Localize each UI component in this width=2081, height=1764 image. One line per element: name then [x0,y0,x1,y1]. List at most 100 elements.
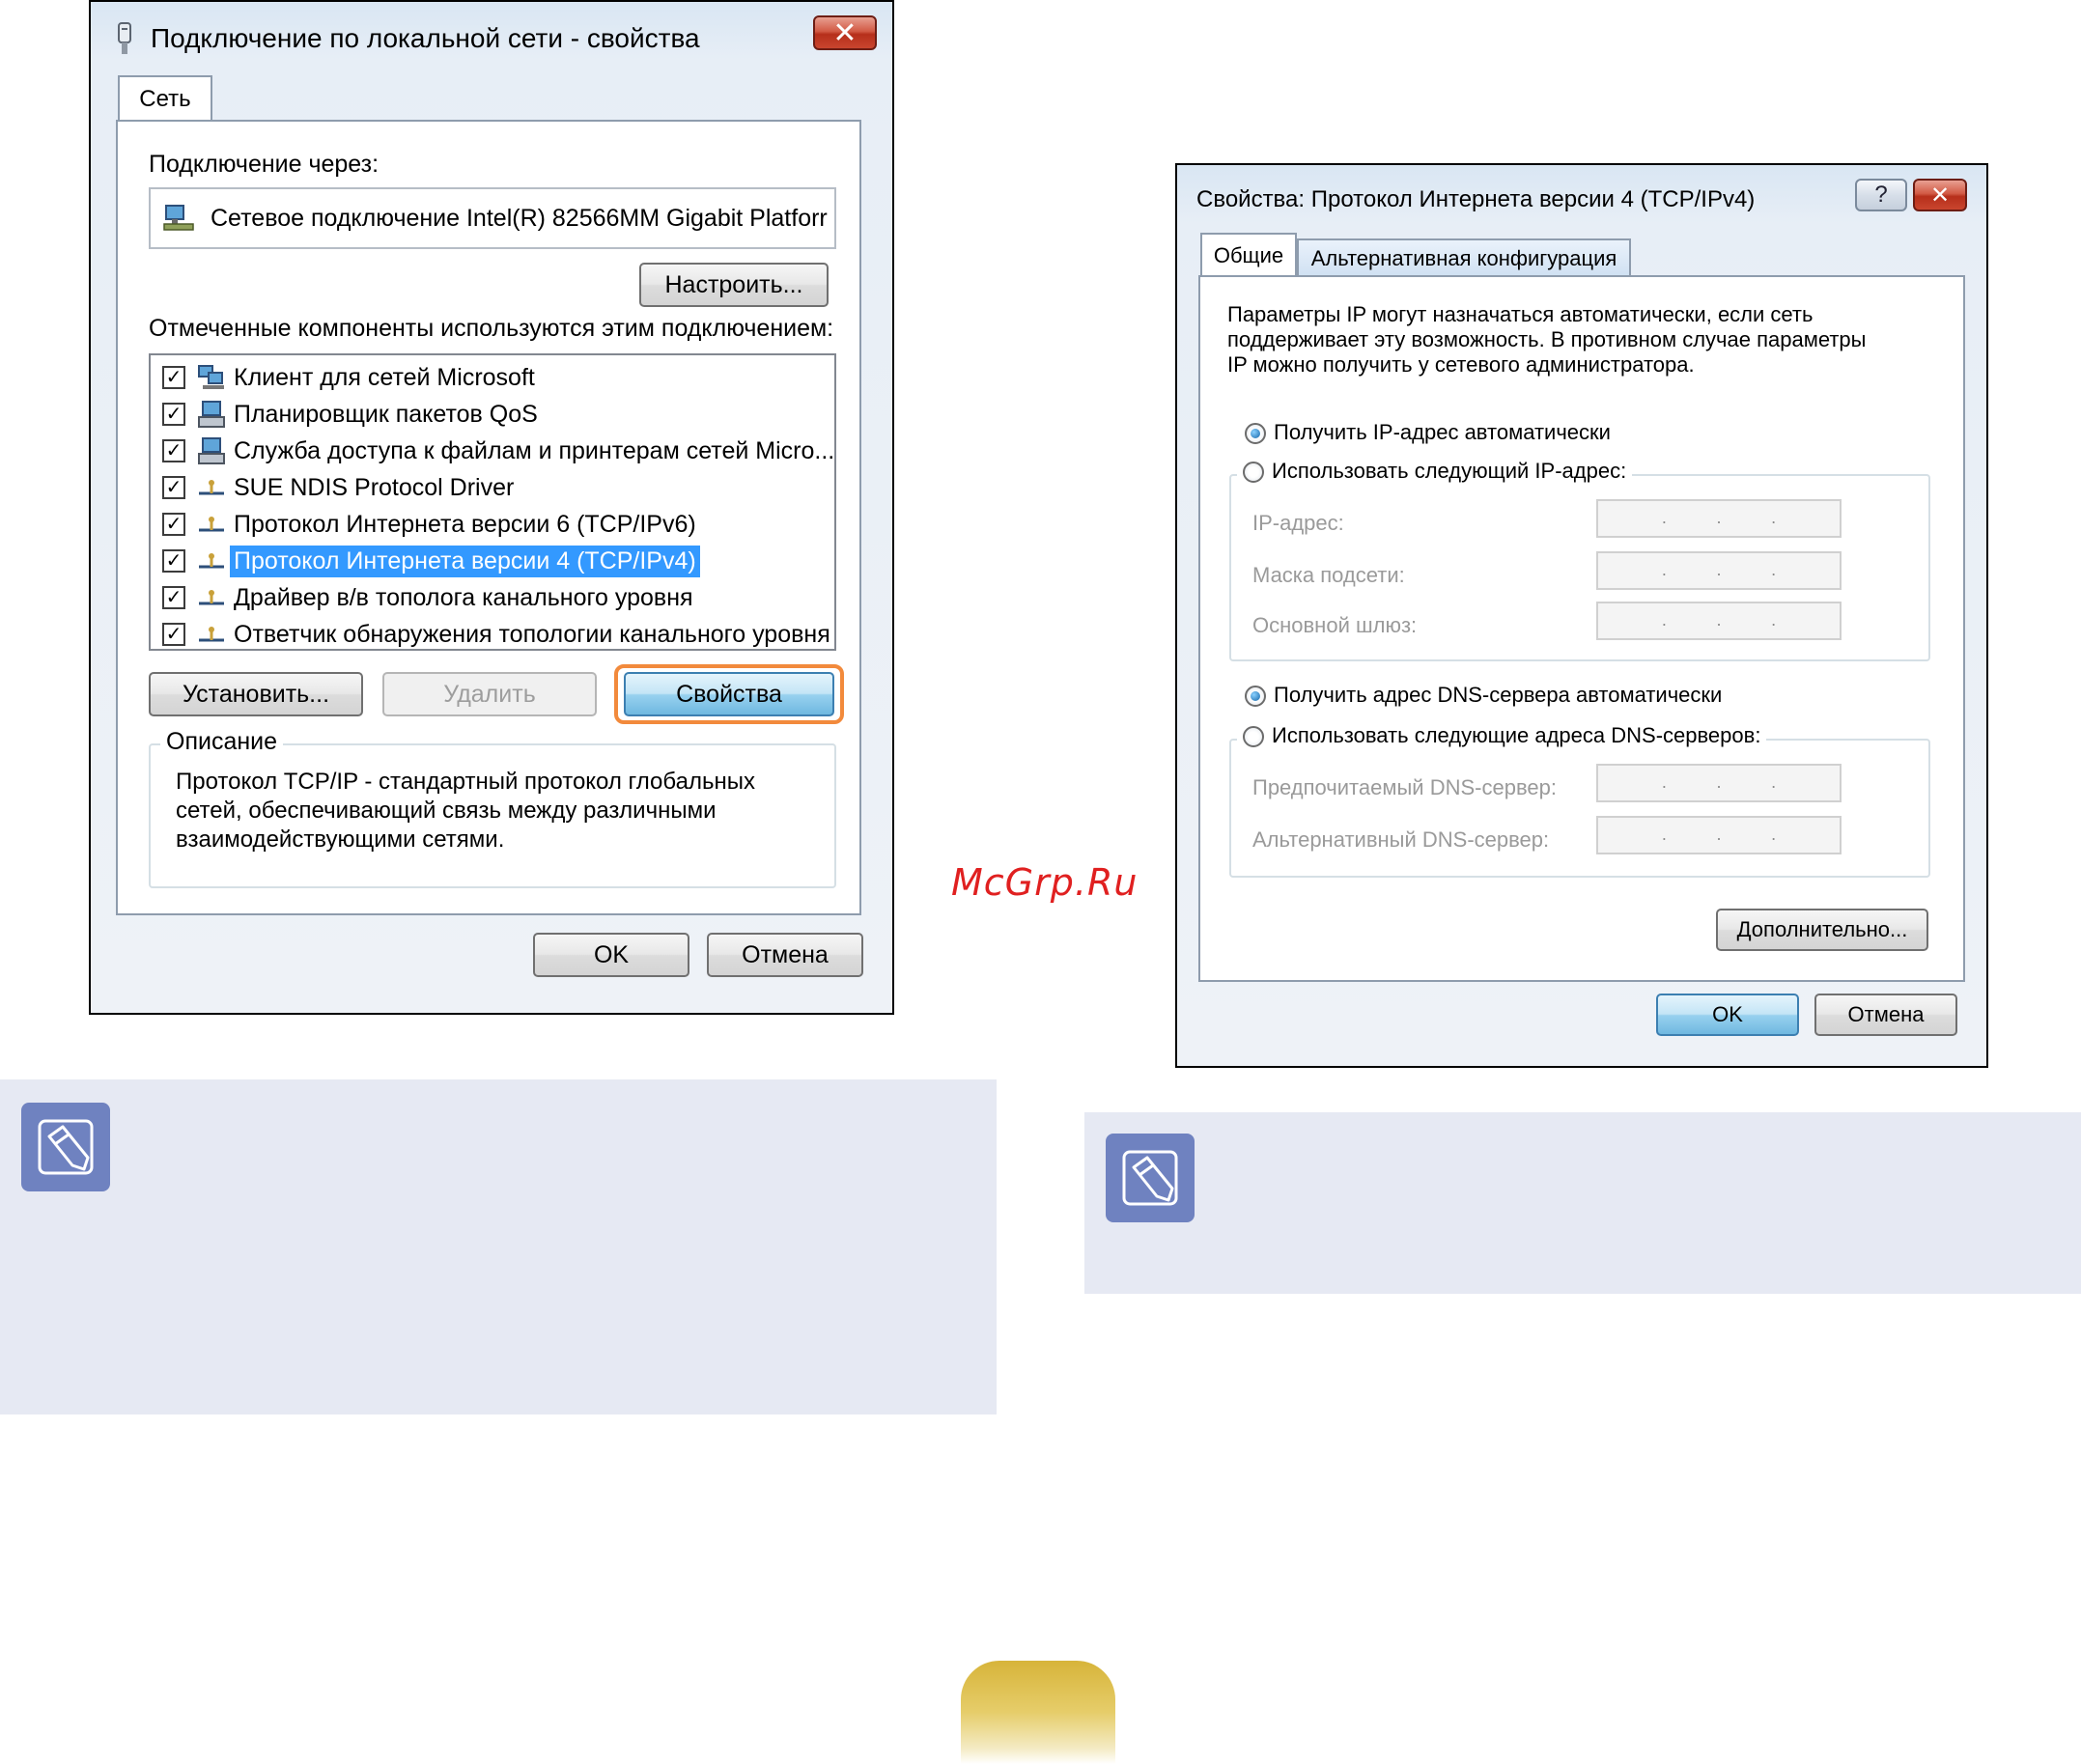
item-label: Протокол Интернета версии 6 (TCP/IPv6) [234,510,696,538]
octet-dot: . [1771,772,1777,792]
octet-dot: . [1771,825,1777,844]
pencil-note-icon [1106,1134,1195,1222]
cancel-button[interactable]: Отмена [1814,994,1957,1036]
item-label: Ответчик обнаружения топологии канальног… [234,620,830,648]
octet-dot: . [1661,508,1667,527]
remove-button[interactable]: Удалить [382,672,597,716]
radio-unselected-icon[interactable] [1243,726,1264,748]
description-title: Описание [160,728,284,756]
octet-dot: . [1771,508,1777,527]
components-label: Отмеченные компоненты используются этим … [149,315,834,342]
adapter-name: Сетевое подключение Intel(R) 82566MM Gig… [211,204,828,232]
checkbox-checked[interactable]: ✓ [162,549,185,573]
list-item-ms-client[interactable]: ✓ Клиент для сетей Microsoft [162,361,539,394]
watermark: McGrp.Ru [951,861,1139,904]
list-item-qos[interactable]: ✓ Планировщик пакетов QoS [162,398,542,431]
network-adapter-icon [163,205,194,231]
general-tab-panel: Параметры IP могут назначаться автоматич… [1198,275,1965,982]
checkbox-checked[interactable]: ✓ [162,366,185,389]
checkbox-checked[interactable]: ✓ [162,476,185,499]
list-item-ipv6[interactable]: ✓ Протокол Интернета версии 6 (TCP/IPv6) [162,508,700,541]
radio-selected-icon[interactable] [1245,423,1266,445]
list-item-ipv4-selected[interactable]: ✓ Протокол Интернета версии 4 (TCP/IPv4) [162,545,700,577]
ip-address-label: IP-адрес: [1252,511,1344,535]
manual-ip-group: Использовать следующий IP-адрес: IP-адре… [1229,459,1930,661]
service-computer-icon [197,436,226,465]
alternate-dns-label: Альтернативный DNS-сервер: [1252,827,1550,852]
item-label: Клиент для сетей Microsoft [234,363,535,391]
list-item-lltd-mapper[interactable]: ✓ Драйвер в/в тополога канального уровня [162,581,697,614]
tab-network-label: Сеть [139,86,191,112]
pencil-note-icon [21,1103,110,1191]
close-icon: ✕ [1929,182,1951,209]
manual-dns-group: Использовать следующие адреса DNS-сервер… [1229,723,1930,878]
intro-line-3: IP можно получить у сетевого администрат… [1227,352,1695,377]
protocol-icon [197,546,226,575]
checkbox-checked[interactable]: ✓ [162,403,185,426]
properties-button[interactable]: Свойства [624,672,834,716]
checkbox-checked[interactable]: ✓ [162,586,185,609]
adapter-field: Сетевое подключение Intel(R) 82566MM Gig… [149,187,836,249]
octet-dot: . [1716,610,1722,630]
cancel-button[interactable]: Отмена [707,933,863,977]
radio-ip-auto-label: Получить IP-адрес автоматически [1274,420,1611,444]
network-connection-icon [118,22,131,54]
tab-general[interactable]: Общие [1200,233,1297,277]
service-computer-icon [197,400,226,429]
gateway-field[interactable]: ... [1596,602,1842,640]
close-button[interactable]: ✕ [813,15,877,50]
checkbox-checked[interactable]: ✓ [162,439,185,462]
gateway-label: Основной шлюз: [1252,613,1418,637]
radio-dns-manual[interactable]: Использовать следующие адреса DNS-сервер… [1237,723,1767,748]
octet-dot: . [1716,825,1722,844]
ok-button[interactable]: OK [1656,994,1799,1036]
connect-via-label: Подключение через: [149,151,380,178]
radio-dns-auto[interactable]: Получить адрес DNS-сервера автоматически [1245,683,1722,708]
octet-dot: . [1716,772,1722,792]
alternate-dns-field[interactable]: ... [1596,816,1842,854]
subnet-mask-field[interactable]: ... [1596,551,1842,590]
network-client-icon [197,363,226,392]
note-box-right [1084,1112,2081,1294]
item-label: Драйвер в/в тополога канального уровня [234,583,693,611]
note-box-left [0,1079,997,1414]
octet-dot: . [1661,825,1667,844]
configure-button[interactable]: Настроить... [639,263,829,307]
octet-dot: . [1661,560,1667,579]
radio-selected-icon[interactable] [1245,686,1266,708]
radio-ip-auto[interactable]: Получить IP-адрес автоматически [1245,420,1611,445]
radio-dns-auto-label: Получить адрес DNS-сервера автоматически [1274,683,1723,707]
lan-properties-dialog: Подключение по локальной сети - свойства… [89,0,894,1015]
item-label: Планировщик пакетов QoS [234,400,538,428]
install-button[interactable]: Установить... [149,672,363,716]
radio-dns-manual-label: Использовать следующие адреса DNS-сервер… [1272,723,1761,747]
octet-dot: . [1771,560,1777,579]
radio-unselected-icon[interactable] [1243,462,1264,484]
protocol-icon [197,620,226,649]
help-icon: ? [1874,182,1888,208]
components-list[interactable]: ✓ Клиент для сетей Microsoft ✓ Планировщ… [149,353,836,651]
item-label: Протокол Интернета версии 4 (TCP/IPv4) [230,545,700,577]
octet-dot: . [1661,772,1667,792]
checkbox-checked[interactable]: ✓ [162,513,185,536]
tab-alternate-config[interactable]: Альтернативная конфигурация [1297,238,1631,277]
preferred-dns-field[interactable]: ... [1596,764,1842,802]
ok-button[interactable]: OK [533,933,689,977]
page-number-tab [961,1661,1115,1764]
titlebar[interactable]: Свойства: Протокол Интернета версии 4 (T… [1177,165,1986,233]
titlebar[interactable]: Подключение по локальной сети - свойства… [91,2,892,75]
close-button[interactable]: ✕ [1913,179,1967,211]
list-item-file-sharing[interactable]: ✓ Служба доступа к файлам и принтерам се… [162,434,838,467]
list-item-lltd-responder[interactable]: ✓ Ответчик обнаружения топологии канальн… [162,618,834,651]
checkbox-checked[interactable]: ✓ [162,623,185,646]
ip-address-field[interactable]: ... [1596,499,1842,538]
description-group: Описание Протокол TCP/IP - стандартный п… [149,728,836,888]
tab-network[interactable]: Сеть [118,75,212,122]
window-title: Свойства: Протокол Интернета версии 4 (T… [1196,186,1756,212]
radio-ip-manual[interactable]: Использовать следующий IP-адрес: [1237,459,1633,484]
advanced-button[interactable]: Дополнительно... [1716,909,1928,951]
description-line-1: Протокол TCP/IP - стандартный протокол г… [176,769,755,795]
help-button[interactable]: ? [1855,179,1907,211]
close-icon: ✕ [832,16,858,49]
list-item-sue-ndis[interactable]: ✓ SUE NDIS Protocol Driver [162,471,518,504]
